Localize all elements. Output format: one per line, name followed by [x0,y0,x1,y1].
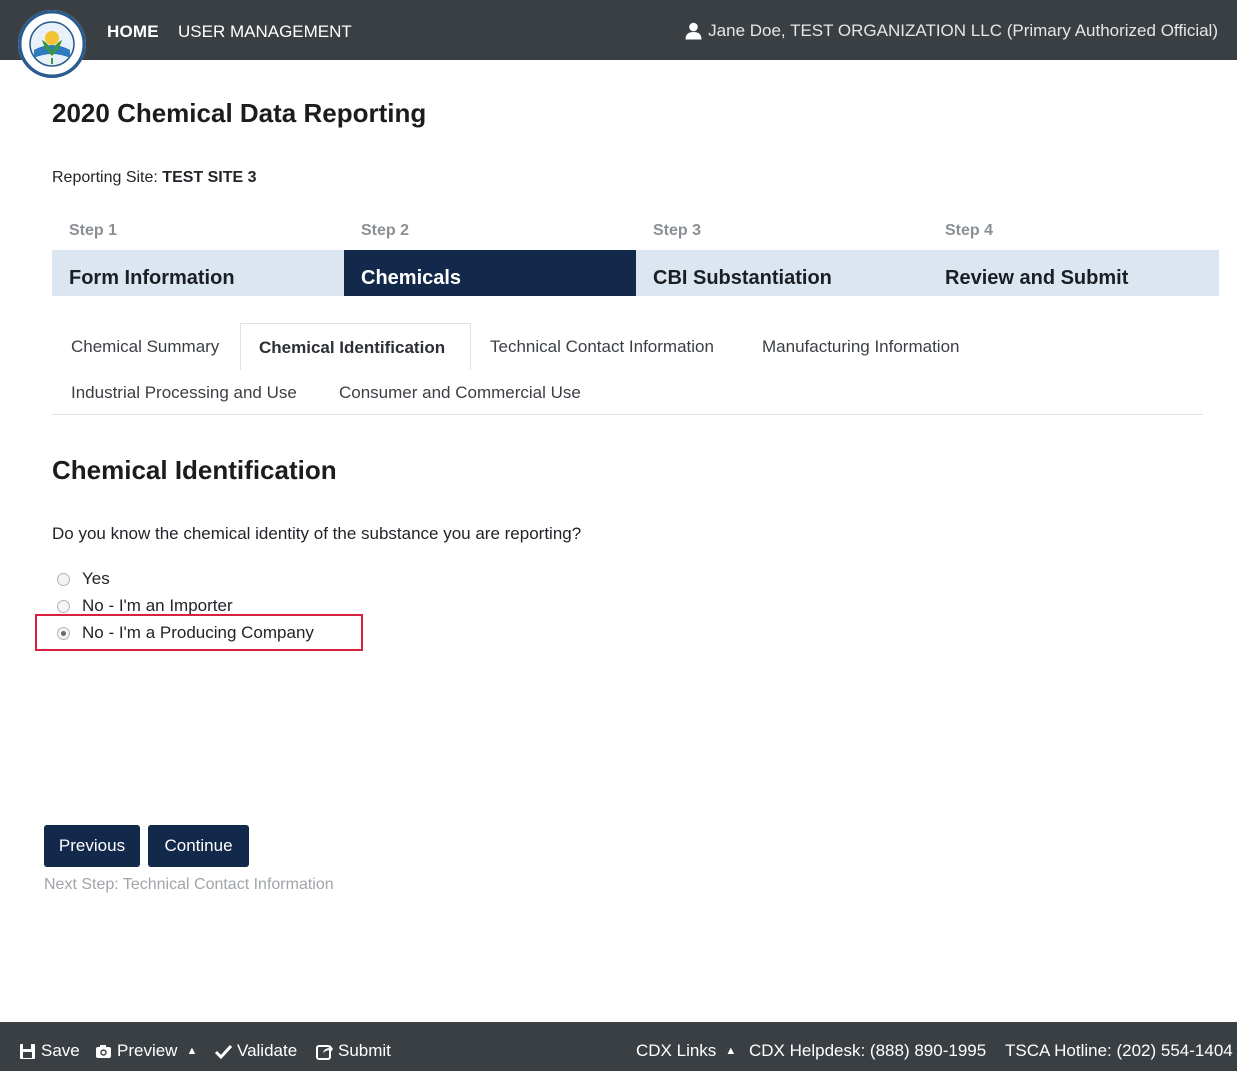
footer-toolbar: Save Preview ▲ Validate Submit CDX Links… [0,1022,1237,1071]
checkmark-icon [215,1044,232,1059]
step-review-and-submit[interactable]: Review and Submit [928,250,1219,296]
camera-icon [96,1044,111,1058]
user-name: Jane Doe, TEST ORGANIZATION LLC (Primary… [708,21,1218,40]
step-chemicals[interactable]: Chemicals [344,250,636,296]
tabs-divider [52,414,1203,415]
validate-button[interactable]: Validate [215,1041,297,1061]
selection-highlight-box [35,614,363,651]
cdx-links-label: CDX Links [636,1041,717,1060]
reporting-site-value: TEST SITE 3 [162,169,257,186]
radio-yes[interactable] [57,572,70,586]
option-yes-label: Yes [82,569,110,588]
page-title: 2020 Chemical Data Reporting [52,98,427,128]
tab-manufacturing-information[interactable]: Manufacturing Information [762,337,960,357]
tab-chemical-identification[interactable]: Chemical Identification [240,323,471,370]
step-form-information[interactable]: Form Information [52,250,344,296]
save-label: Save [41,1041,80,1060]
tab-chemical-summary[interactable]: Chemical Summary [71,337,219,357]
preview-button[interactable]: Preview ▲ [95,1041,197,1061]
tab-consumer-and-commercial-use[interactable]: Consumer and Commercial Use [339,383,581,403]
tsca-hotline: TSCA Hotline: (202) 554-1404 [1005,1041,1233,1061]
user-menu[interactable]: Jane Doe, TEST ORGANIZATION LLC (Primary… [685,21,1218,41]
cdx-helpdesk: CDX Helpdesk: (888) 890-1995 [749,1041,986,1061]
top-navbar: HOME USER MANAGEMENT Jane Doe, TEST ORGA… [0,0,1237,78]
previous-button[interactable]: Previous [44,825,140,867]
option-yes[interactable]: Yes [57,569,110,589]
submit-button[interactable]: Submit [316,1041,391,1061]
save-button[interactable]: Save [19,1041,80,1061]
reporting-site-label: Reporting Site: [52,169,158,186]
user-icon [685,22,702,40]
reporting-site: Reporting Site: TEST SITE 3 [52,169,257,187]
radio-importer[interactable] [57,599,70,613]
tab-technical-contact-information[interactable]: Technical Contact Information [490,337,714,357]
caret-up-icon: ▲ [186,1045,198,1057]
submit-label: Submit [338,1041,391,1060]
continue-button[interactable]: Continue [148,825,249,867]
validate-label: Validate [237,1041,298,1060]
identity-question: Do you know the chemical identity of the… [52,524,582,543]
step-1-label: Step 1 [69,222,118,239]
epa-seal-logo[interactable] [18,10,86,78]
share-icon [316,1044,333,1060]
option-importer[interactable]: No - I'm an Importer [57,596,233,616]
next-step-hint: Next Step: Technical Contact Information [44,876,334,893]
section-title: Chemical Identification [52,455,337,485]
tab-industrial-processing-and-use[interactable]: Industrial Processing and Use [71,383,297,403]
step-cbi-substantiation[interactable]: CBI Substantiation [636,250,928,296]
step-4-label: Step 4 [945,222,994,239]
nav-home-link[interactable]: HOME [107,22,159,42]
tsca-hotline-text: TSCA Hotline: (202) 554-1404 [1005,1041,1233,1060]
cdx-helpdesk-text: CDX Helpdesk: (888) 890-1995 [749,1041,987,1060]
nav-user-management-link[interactable]: USER MANAGEMENT [178,22,352,42]
step-2-label: Step 2 [361,222,410,239]
caret-up-icon: ▲ [725,1045,737,1057]
option-importer-label: No - I'm an Importer [82,596,233,615]
preview-label: Preview [117,1041,178,1060]
step-3-label: Step 3 [653,222,702,239]
cdx-links-menu[interactable]: CDX Links ▲ [636,1041,736,1061]
save-icon [20,1043,35,1059]
